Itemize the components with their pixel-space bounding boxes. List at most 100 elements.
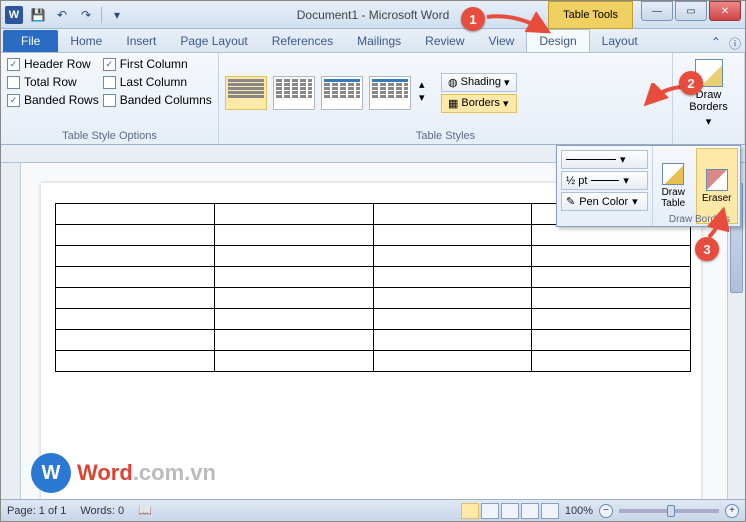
table-row[interactable] <box>56 288 691 309</box>
table-row[interactable] <box>56 267 691 288</box>
document-table[interactable] <box>55 203 691 372</box>
grid-icon: ▦ <box>448 97 458 110</box>
redo-icon[interactable]: ↷ <box>75 4 97 26</box>
group-label-options: Table Style Options <box>7 128 212 142</box>
pen-color-dropdown[interactable]: ✎ Pen Color ▾ <box>561 192 648 211</box>
tab-page-layout[interactable]: Page Layout <box>168 30 259 52</box>
table-style-1[interactable] <box>225 76 267 110</box>
chk-banded-columns[interactable]: Banded Columns <box>103 93 212 107</box>
chevron-down-icon: ▾ <box>632 195 638 208</box>
line-style-dropdown[interactable]: ▾ <box>561 150 648 169</box>
table-row[interactable] <box>56 330 691 351</box>
maximize-button[interactable]: ▭ <box>675 1 707 21</box>
zoom-out-button[interactable]: − <box>599 504 613 518</box>
view-draft[interactable] <box>541 503 559 519</box>
ribbon-tabs: File Home Insert Page Layout References … <box>1 29 745 53</box>
chevron-down-icon: ▾ <box>706 115 712 128</box>
qat-dropdown-icon[interactable]: ▾ <box>106 4 128 26</box>
zoom-level[interactable]: 100% <box>565 505 593 517</box>
arrow-1 <box>485 11 555 39</box>
chevron-down-icon: ▾ <box>503 97 509 110</box>
chk-banded-rows[interactable]: ✓Banded Rows <box>7 93 99 107</box>
zoom-slider-thumb[interactable] <box>667 505 675 517</box>
table-row[interactable] <box>56 309 691 330</box>
chk-banded-columns-label: Banded Columns <box>120 93 212 107</box>
undo-icon[interactable]: ↶ <box>51 4 73 26</box>
status-page[interactable]: Page: 1 of 1 <box>7 505 66 517</box>
chevron-down-icon: ▾ <box>504 76 510 89</box>
close-button[interactable]: ✕ <box>709 1 741 21</box>
group-table-style-options: ✓Header Row Total Row ✓Banded Rows ✓Firs… <box>1 53 219 144</box>
status-words[interactable]: Words: 0 <box>80 505 124 517</box>
quick-access-toolbar: 💾 ↶ ↷ ▾ <box>27 4 128 26</box>
table-row[interactable] <box>56 246 691 267</box>
tab-file[interactable]: File <box>3 30 58 52</box>
watermark: W Word.com.vn <box>31 453 216 493</box>
table-tools-contextual-tab: Table Tools <box>548 1 633 29</box>
chk-first-column[interactable]: ✓First Column <box>103 57 212 71</box>
fill-icon: ◍ <box>448 76 458 89</box>
line-weight-dropdown[interactable]: ½ pt ▾ <box>561 171 648 190</box>
pen-color-label: Pen Color <box>579 196 628 208</box>
group-label-styles: Table Styles <box>225 128 666 142</box>
arrow-2 <box>641 83 685 109</box>
chk-total-row-label: Total Row <box>24 75 77 89</box>
shading-button[interactable]: ◍Shading▾ <box>441 73 517 92</box>
chk-last-column[interactable]: Last Column <box>103 75 212 89</box>
status-bar: Page: 1 of 1 Words: 0 📖 100% − + <box>1 499 745 521</box>
draw-table-icon <box>662 163 684 185</box>
tab-references[interactable]: References <box>260 30 345 52</box>
window-controls: — ▭ ✕ <box>639 1 745 21</box>
status-proofing-icon[interactable]: 📖 <box>138 504 152 517</box>
pen-color-icon: ✎ <box>566 195 575 208</box>
table-row[interactable] <box>56 225 691 246</box>
vertical-ruler[interactable] <box>1 163 21 499</box>
table-row[interactable] <box>56 351 691 372</box>
chk-header-row-label: Header Row <box>24 57 91 71</box>
view-print-layout[interactable] <box>461 503 479 519</box>
qat-separator <box>101 7 102 23</box>
view-full-screen[interactable] <box>481 503 499 519</box>
help-icon[interactable]: ⓘ <box>729 35 741 52</box>
arrow-3 <box>705 207 729 241</box>
borders-button[interactable]: ▦Borders▾ <box>441 94 517 113</box>
tab-home[interactable]: Home <box>58 30 114 52</box>
tab-review[interactable]: Review <box>413 30 476 52</box>
zoom-in-button[interactable]: + <box>725 504 739 518</box>
table-style-4[interactable] <box>369 76 411 110</box>
ribbon: ✓Header Row Total Row ✓Banded Rows ✓Firs… <box>1 53 745 145</box>
minimize-button[interactable]: — <box>641 1 673 21</box>
line-weight-value: ½ pt <box>566 175 587 187</box>
chevron-down-icon: ▾ <box>623 174 629 187</box>
table-style-more[interactable]: ▴▾ <box>417 76 435 110</box>
minimize-ribbon-icon[interactable]: ⌃ <box>711 35 721 52</box>
group-table-styles: ▴▾ ◍Shading▾ ▦Borders▾ Table Styles <box>219 53 673 144</box>
word-app-icon: W <box>5 6 23 24</box>
view-outline[interactable] <box>521 503 539 519</box>
tab-layout[interactable]: Layout <box>590 30 650 52</box>
callout-3: 3 <box>695 237 719 261</box>
view-web-layout[interactable] <box>501 503 519 519</box>
chk-total-row[interactable]: Total Row <box>7 75 99 89</box>
tab-mailings[interactable]: Mailings <box>345 30 413 52</box>
save-icon[interactable]: 💾 <box>27 4 49 26</box>
ribbon-extras: ⌃ ⓘ <box>711 35 741 52</box>
line-sample-icon <box>566 159 616 160</box>
table-style-3[interactable] <box>321 76 363 110</box>
shading-label: Shading <box>461 76 501 88</box>
title-bar: W 💾 ↶ ↷ ▾ Document1 - Microsoft Word Tab… <box>1 1 745 29</box>
chk-header-row[interactable]: ✓Header Row <box>7 57 99 71</box>
draw-table-label: Draw Table <box>661 187 685 209</box>
watermark-icon: W <box>31 453 71 493</box>
line-sample-icon <box>591 180 619 181</box>
chk-banded-rows-label: Banded Rows <box>24 93 99 107</box>
tab-insert[interactable]: Insert <box>114 30 168 52</box>
document-page[interactable] <box>41 183 701 499</box>
borders-label: Borders <box>461 97 500 109</box>
chevron-down-icon: ▾ <box>620 153 626 166</box>
chk-first-column-label: First Column <box>120 57 188 71</box>
eraser-icon <box>706 169 728 191</box>
table-style-2[interactable] <box>273 76 315 110</box>
zoom-slider[interactable] <box>619 509 719 513</box>
callout-2: 2 <box>679 71 703 95</box>
